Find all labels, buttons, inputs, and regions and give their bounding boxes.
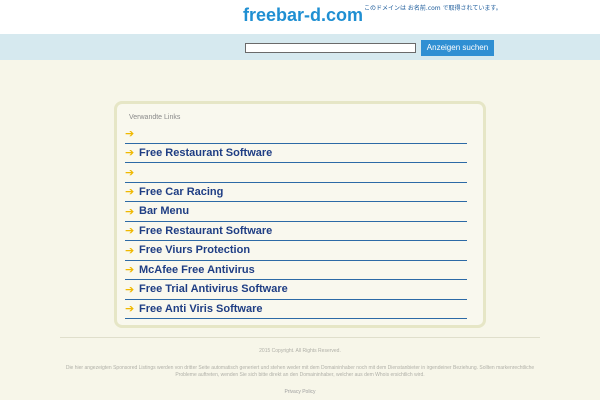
link-label[interactable]: Free Car Racing <box>139 186 223 198</box>
list-item[interactable]: ➔ Free Restaurant Software <box>125 222 467 241</box>
search-bar: Anzeigen suchen <box>0 34 600 60</box>
arrow-right-icon: ➔ <box>125 302 135 316</box>
links-header: Verwandte Links <box>129 114 181 121</box>
arrow-right-icon: ➔ <box>125 224 135 238</box>
arrow-right-icon: ➔ <box>125 204 135 218</box>
arrow-right-icon: ➔ <box>125 282 135 296</box>
links-list: ➔ ➔ Free Restaurant Software ➔ ➔ Free Car … <box>125 124 467 319</box>
arrow-right-icon: ➔ <box>125 165 135 179</box>
list-item[interactable]: ➔ <box>125 124 467 144</box>
link-label[interactable]: Free Restaurant Software <box>139 147 272 159</box>
list-item[interactable]: ➔ McAfee Free Antivirus <box>125 261 467 280</box>
site-title[interactable]: freebar-d.com <box>243 5 363 26</box>
registrar-note[interactable]: このドメインは お名前.com で取得されています。 <box>364 3 502 12</box>
top-bar: freebar-d.com このドメインは お名前.com で取得されています。 <box>0 0 600 34</box>
list-item[interactable]: ➔ <box>125 163 467 183</box>
search-input[interactable] <box>245 43 416 53</box>
arrow-right-icon: ➔ <box>125 185 135 199</box>
list-item[interactable]: ➔ Free Viurs Protection <box>125 241 467 261</box>
arrow-right-icon: ➔ <box>125 146 135 160</box>
arrow-right-icon: ➔ <box>125 263 135 277</box>
copyright-text: 2015 Copyright. All Rights Reserved. <box>259 348 341 354</box>
list-item[interactable]: ➔ Bar Menu <box>125 202 467 222</box>
disclaimer-text: Die hier angezeigten Sponsored Listings … <box>65 365 535 378</box>
link-label[interactable]: Free Restaurant Software <box>139 225 272 237</box>
link-label[interactable]: Free Anti Viris Software <box>139 303 262 315</box>
link-label[interactable]: Free Trial Antivirus Software <box>139 283 288 295</box>
footer-divider <box>60 337 540 338</box>
arrow-right-icon: ➔ <box>125 243 135 257</box>
privacy-policy-link[interactable]: Privacy Policy <box>0 389 600 395</box>
list-item[interactable]: ➔ Free Trial Antivirus Software <box>125 280 467 300</box>
search-button[interactable]: Anzeigen suchen <box>421 40 494 56</box>
list-item[interactable]: ➔ Free Car Racing <box>125 183 467 202</box>
link-label[interactable]: Bar Menu <box>139 205 189 217</box>
list-item[interactable]: ➔ Free Anti Viris Software <box>125 300 467 319</box>
link-label[interactable]: McAfee Free Antivirus <box>139 264 255 276</box>
arrow-right-icon: ➔ <box>125 126 135 140</box>
related-links-box: Verwandte Links ➔ ➔ Free Restaurant Softw… <box>114 101 486 328</box>
list-item[interactable]: ➔ Free Restaurant Software <box>125 144 467 163</box>
link-label[interactable]: Free Viurs Protection <box>139 244 250 256</box>
